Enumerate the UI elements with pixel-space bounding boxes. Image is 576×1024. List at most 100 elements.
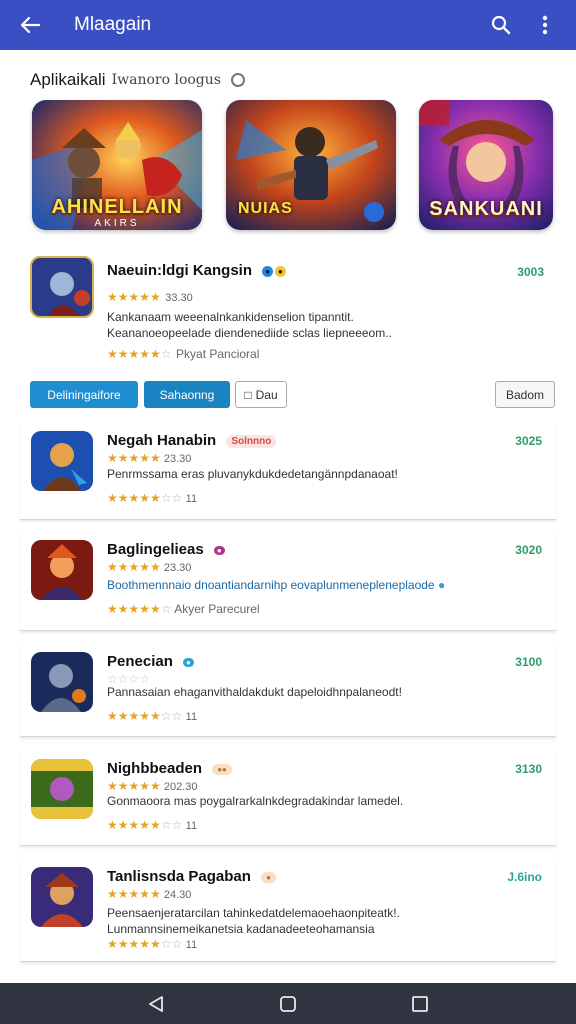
filter-chip-3-label: Dau bbox=[255, 387, 278, 402]
app-name-1: Negah Hanabin Solnnno bbox=[107, 432, 277, 449]
app-description-2-text: Boothmennnaio dnoantiandarnihp eovaplunm… bbox=[107, 578, 435, 592]
app-description-5b: Lunmannsinemeikanetsia kadanadeeteohaman… bbox=[107, 922, 375, 936]
app-rating-5: 24.30 bbox=[163, 889, 192, 901]
top-app-rating-row: ★★★★★ 33.30 bbox=[107, 288, 193, 306]
star-rating: ★★★★★ bbox=[107, 451, 161, 465]
featured-card-3[interactable]: SANKUANI bbox=[419, 100, 553, 230]
app-icon-3 bbox=[31, 652, 93, 712]
info-icon: ● bbox=[437, 578, 446, 592]
edit-icon: □ bbox=[244, 387, 252, 402]
app-icon-4 bbox=[31, 759, 93, 819]
star-rating: ★★★★★ bbox=[107, 290, 161, 304]
top-app-name: Naeuin:ldgi Kangsin ● ● bbox=[107, 262, 286, 279]
top-app-description-1: Kankanaam weeenalnkankidenselion tipannt… bbox=[107, 310, 354, 324]
app-meta-5: 11 bbox=[185, 939, 198, 951]
top-app-name-text: Naeuin:ldgi Kangsin bbox=[107, 262, 253, 279]
system-nav-bar bbox=[0, 983, 576, 1024]
top-app-price: 3003 bbox=[517, 265, 544, 279]
app-meta-1: 11 bbox=[185, 493, 198, 505]
top-app-bar: Mlaagain bbox=[0, 0, 576, 50]
list-item-3[interactable]: Penecian ● 3100 ☆☆☆☆ Pannasaian ehaganvi… bbox=[20, 643, 556, 737]
app-name-3: Penecian ● bbox=[107, 653, 194, 670]
arrow-left-icon[interactable] bbox=[16, 11, 44, 39]
app-price-1: 3025 bbox=[515, 434, 542, 448]
app-name-4: Nighbbeaden ●● bbox=[107, 760, 232, 777]
featured-card-3-title: SANKUANI bbox=[429, 198, 543, 220]
app-icon-2 bbox=[31, 540, 93, 600]
filter-chip-2-label: Sahaonng bbox=[159, 387, 215, 402]
featured-card-1-title: AHINELLAIN bbox=[51, 196, 183, 218]
star-rating: ★★★★★ bbox=[107, 887, 161, 901]
app-badge-icon-4: ●● bbox=[212, 763, 232, 775]
app-bar-title: Mlaagain bbox=[74, 14, 152, 35]
app-name-2-text: Baglingelieas bbox=[107, 541, 204, 558]
featured-title: Aplikaikali bbox=[30, 70, 106, 89]
featured-card-1[interactable]: AHINELLAIN AKIRS bbox=[32, 100, 202, 230]
app-badge-1: Solnnno bbox=[226, 434, 277, 448]
app-price-4: 3130 bbox=[515, 762, 542, 776]
nav-back-icon[interactable] bbox=[136, 989, 176, 1019]
app-description-3: Pannasaian ehaganvithaldakdukt dapeloidh… bbox=[107, 685, 402, 699]
filter-chip-4[interactable]: Badom bbox=[495, 381, 555, 408]
app-icon-1 bbox=[31, 431, 93, 491]
star-rating: ★★★★★☆ bbox=[107, 347, 172, 361]
app-price-5: J.6ino bbox=[507, 870, 542, 884]
filter-chip-2[interactable]: Sahaonng bbox=[144, 381, 230, 408]
app-name-4-text: Nighbbeaden bbox=[107, 760, 203, 777]
more-vert-icon[interactable] bbox=[530, 10, 560, 40]
top-app-rating-label-row: ★★★★★☆ Pkyat Pancioral bbox=[107, 345, 259, 363]
loading-icon bbox=[230, 73, 245, 87]
star-rating: ★★★★★☆☆ bbox=[107, 709, 183, 723]
filter-chip-1-label: Deliningaifore bbox=[47, 387, 121, 402]
filter-row: Deliningaifore Sahaonng □ Dau Badom bbox=[30, 381, 556, 409]
nav-home-icon[interactable] bbox=[268, 989, 308, 1019]
app-meta-row-2: ★★★★★☆ Akyer Parecurel bbox=[107, 602, 260, 616]
app-name-5: Tanlisnsda Pagaban ● bbox=[107, 868, 276, 885]
app-meta-3: 11 bbox=[185, 711, 198, 723]
star-rating: ★★★★★☆ bbox=[107, 602, 172, 616]
top-app-item[interactable]: Naeuin:ldgi Kangsin ● ● 3003 ★★★★★ 33.30 … bbox=[30, 256, 550, 368]
app-rating-row-1: ★★★★★ 23.30 bbox=[107, 451, 191, 465]
app-rating-row-4: ★★★★★ 202.30 bbox=[107, 779, 198, 793]
featured-card-1-subtitle: AKIRS bbox=[94, 218, 140, 229]
search-icon[interactable] bbox=[486, 10, 516, 40]
app-meta-row-4: ★★★★★☆☆ 11 bbox=[107, 818, 197, 832]
star-rating: ★★★★★ bbox=[107, 560, 161, 574]
verified-icon: ● bbox=[262, 265, 274, 277]
app-meta-row-1: ★★★★★☆☆ 11 bbox=[107, 491, 197, 505]
star-rating: ☆☆☆☆ bbox=[107, 672, 151, 686]
list-item-4[interactable]: Nighbbeaden ●● 3130 ★★★★★ 202.30 Gonmaoo… bbox=[20, 750, 556, 846]
app-meta-row-5: ★★★★★☆☆ 11 bbox=[107, 937, 197, 951]
nav-recent-icon[interactable] bbox=[400, 989, 440, 1019]
app-rating-4: 202.30 bbox=[163, 781, 198, 793]
app-name-3-text: Penecian bbox=[107, 653, 173, 670]
app-meta-4: 11 bbox=[185, 820, 198, 832]
featured-card-2[interactable]: NUIAS bbox=[226, 100, 396, 230]
app-name-2: Baglingelieas ● bbox=[107, 541, 225, 558]
top-app-rating-text: 33.30 bbox=[165, 292, 193, 304]
list-item-1[interactable]: Negah Hanabin Solnnno 3025 ★★★★★ 23.30 P… bbox=[20, 422, 556, 520]
filter-chip-1[interactable]: Deliningaifore bbox=[30, 381, 138, 408]
app-icon-5 bbox=[31, 867, 93, 927]
star-rating: ★★★★★ bbox=[107, 779, 161, 793]
top-app-rating-label: Pkyat Pancioral bbox=[176, 347, 260, 361]
list-item-5[interactable]: Tanlisnsda Pagaban ● J.6ino ★★★★★ 24.30 … bbox=[20, 858, 556, 962]
featured-subtitle: Iwanoro loogus bbox=[111, 72, 221, 88]
app-rating-2: 23.30 bbox=[163, 562, 192, 574]
app-price-3: 3100 bbox=[515, 655, 542, 669]
app-rating-row-2: ★★★★★ 23.30 bbox=[107, 560, 191, 574]
app-description-5: Peensaenjeratarcilan tahinkedatdelemaoeh… bbox=[107, 906, 400, 920]
filter-chip-4-label: Badom bbox=[505, 387, 545, 402]
app-rating-row-3: ☆☆☆☆ bbox=[107, 672, 150, 686]
filter-chip-3[interactable]: □ Dau bbox=[235, 381, 287, 408]
app-name-1-text: Negah Hanabin bbox=[107, 432, 217, 449]
top-app-description-2: Keananoeopeelade diendenediide sclas lie… bbox=[107, 326, 392, 340]
app-meta-2: Akyer Parecurel bbox=[174, 602, 260, 616]
premium-icon: ● bbox=[275, 265, 286, 277]
list-item-2[interactable]: Baglingelieas ● 3020 ★★★★★ 23.30 Boothme… bbox=[20, 531, 556, 631]
top-app-icon bbox=[30, 256, 94, 318]
featured-card-2-title: NUIAS bbox=[238, 200, 293, 217]
app-description-2: Boothmennnaio dnoantiandarnihp eovaplunm… bbox=[107, 578, 445, 592]
star-rating: ★★★★★☆☆ bbox=[107, 937, 183, 951]
star-rating: ★★★★★☆☆ bbox=[107, 491, 183, 505]
